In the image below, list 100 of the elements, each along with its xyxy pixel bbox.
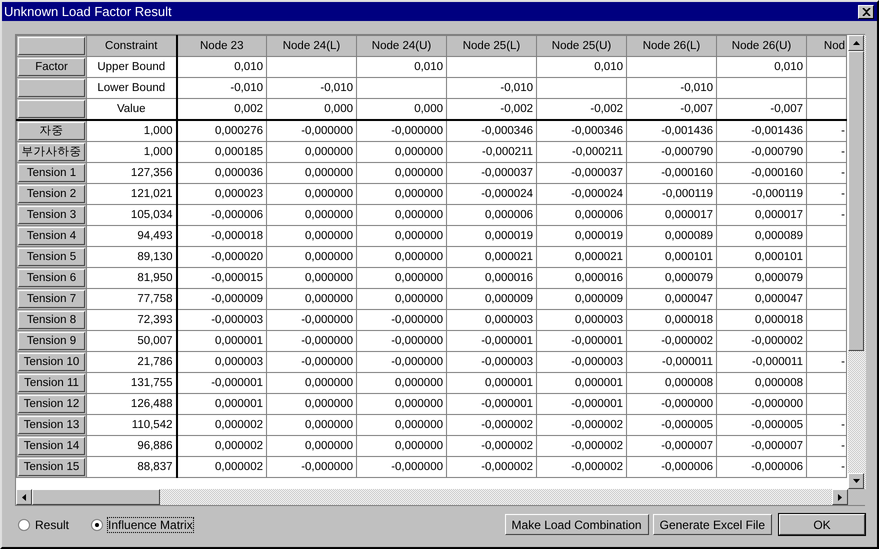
table-cell: -0,000790	[626, 142, 716, 162]
row-header: Tension 10	[18, 353, 85, 371]
table-cell: -0,000006	[176, 204, 266, 226]
table-cell: 0,000047	[716, 288, 806, 310]
table-cell: -0,000002	[536, 456, 626, 478]
column-header: Node 24(U)	[356, 36, 446, 56]
table-cell: -0,000018	[176, 226, 266, 246]
row-header: Tension 5	[18, 248, 85, 266]
dialog-button[interactable]: Generate Excel File	[652, 514, 772, 535]
row-header: 부가사하중	[18, 143, 85, 161]
table-cell: -0,000000	[356, 352, 446, 372]
table-cell: -0,000160	[716, 162, 806, 184]
scroll-left-button[interactable]	[16, 489, 32, 505]
table-cell: -0,000003	[176, 310, 266, 330]
table-cell: -0,000346	[446, 120, 536, 142]
table-cell: -0,001436	[626, 120, 716, 142]
table-cell: 0,000001	[536, 372, 626, 394]
table-cell: 0,000079	[716, 268, 806, 288]
row-header: Tension 9	[18, 332, 85, 350]
table-cell: 0,000003	[446, 310, 536, 330]
table-cell: -0,000005	[626, 414, 716, 436]
table-cell: 0,000008	[626, 372, 716, 394]
close-button[interactable]	[858, 4, 874, 18]
table-cell: 0,000	[266, 98, 356, 120]
dialog-button[interactable]: Make Load Combination	[504, 514, 649, 535]
table-cell: 110,542	[86, 414, 176, 436]
table-cell: -	[806, 414, 846, 436]
table-cell: -0,000000	[626, 394, 716, 414]
table-cell: 0,000276	[176, 120, 266, 142]
table-cell: 0,000000	[266, 142, 356, 162]
table-cell: 0,000000	[356, 268, 446, 288]
row-header: Tension 4	[18, 227, 85, 245]
table-cell: 105,034	[86, 204, 176, 226]
scroll-up-button[interactable]	[848, 35, 864, 51]
table-cell: 0,000001	[176, 330, 266, 352]
table-cell: 0,000000	[356, 288, 446, 310]
table-cell: 0,000006	[536, 204, 626, 226]
table-cell: -0,000001	[176, 372, 266, 394]
table-cell: 0,000000	[266, 226, 356, 246]
table-cell: -0,000000	[266, 352, 356, 372]
row-header: Tension 3	[18, 206, 85, 224]
table-cell: 0,000000	[266, 162, 356, 184]
table-cell: 0,000	[356, 98, 446, 120]
table-cell: 0,000008	[716, 372, 806, 394]
table-cell: -0,000002	[536, 414, 626, 436]
table-cell: -0,000020	[176, 246, 266, 268]
table-cell: -	[806, 162, 846, 184]
table-cell: -0,000000	[266, 120, 356, 142]
table-cell: 0,000000	[356, 142, 446, 162]
table-cell: 0,000101	[626, 246, 716, 268]
table-cell: Value	[86, 98, 176, 120]
row-header: Tension 8	[18, 311, 85, 329]
table-cell: 0,002	[176, 98, 266, 120]
table-cell: 1,000	[86, 120, 176, 142]
row-header: Tension 2	[18, 185, 85, 203]
table-cell: 0,000018	[716, 310, 806, 330]
table-cell: 0,000000	[266, 372, 356, 394]
table-cell: 126,488	[86, 394, 176, 414]
table-cell: -0,000007	[626, 436, 716, 456]
radio-option[interactable]: Result	[18, 518, 70, 532]
table-cell: 0,000000	[266, 184, 356, 204]
row-header: 자중	[18, 122, 85, 140]
table-cell: -0,000211	[446, 142, 536, 162]
table-cell: 0,000185	[176, 142, 266, 162]
table-cell: -0,000790	[716, 142, 806, 162]
table-cell: 0,000000	[266, 436, 356, 456]
table-cell: 0,010	[536, 56, 626, 78]
table-cell: -0,001436	[716, 120, 806, 142]
left-arrow-icon	[22, 494, 26, 500]
table-cell: -0,007	[626, 98, 716, 120]
table-cell: -0,000024	[536, 184, 626, 204]
horizontal-scrollbar[interactable]	[16, 489, 848, 505]
table-cell: -0,000002	[536, 436, 626, 456]
table-cell: 0,000002	[176, 456, 266, 478]
table-cell: -0,000001	[446, 394, 536, 414]
table-cell: 1,000	[86, 142, 176, 162]
table-cell: 0,000047	[626, 288, 716, 310]
scroll-down-button[interactable]	[848, 473, 864, 489]
vertical-scrollbar[interactable]	[848, 35, 866, 489]
table-cell: 0,000006	[446, 204, 536, 226]
table-cell: -0,002	[446, 98, 536, 120]
table-cell: -0,000006	[626, 456, 716, 478]
dialog-button[interactable]: OK	[779, 514, 865, 535]
table-cell: -0,002	[536, 98, 626, 120]
radio-option[interactable]: Influence Matrix	[91, 518, 193, 532]
up-arrow-icon	[852, 41, 860, 45]
table-cell: 0,000000	[356, 394, 446, 414]
column-header: Node 24(L)	[266, 36, 356, 56]
scroll-right-button[interactable]	[832, 489, 848, 505]
table-cell: -0,000007	[716, 436, 806, 456]
table-cell: 0,000000	[266, 394, 356, 414]
right-arrow-icon	[838, 494, 842, 500]
table-cell: 0,000021	[536, 246, 626, 268]
table-cell: -0,000000	[266, 456, 356, 478]
table-cell: 0,000000	[356, 184, 446, 204]
table-cell: 0,000019	[536, 226, 626, 246]
table-cell: -0,000003	[446, 352, 536, 372]
table-cell: 0,000021	[446, 246, 536, 268]
table-cell: -0,000037	[536, 162, 626, 184]
table-cell: 0,000000	[356, 162, 446, 184]
